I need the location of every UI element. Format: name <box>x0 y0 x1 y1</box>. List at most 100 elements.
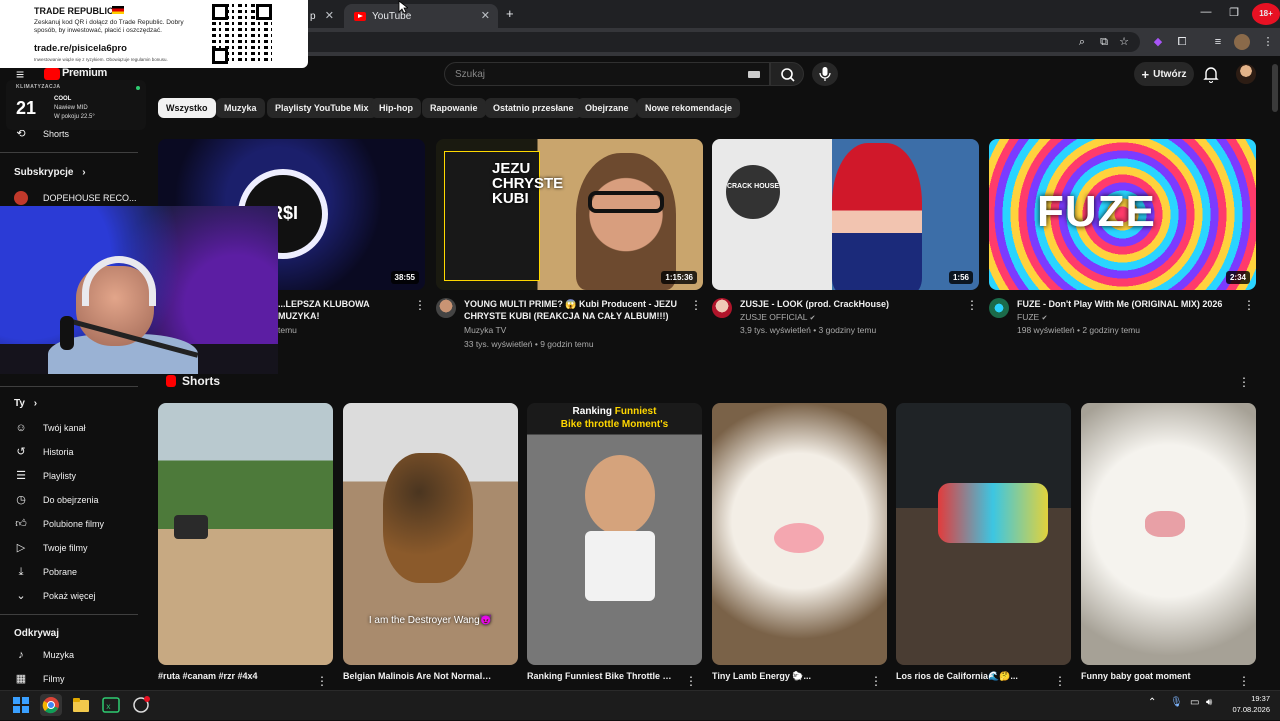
install-app-icon[interactable]: ⧉ <box>1096 34 1112 50</box>
more-options-icon[interactable]: ⋮ <box>1238 675 1250 687</box>
minimize-icon[interactable]: — <box>1196 6 1216 18</box>
chip-muzyka[interactable]: Muzyka <box>216 98 265 118</box>
short-title[interactable]: Tiny Lamb Energy 🐑... <box>712 671 862 682</box>
new-tab-button[interactable]: + <box>506 6 514 21</box>
extensions-puzzle-icon[interactable]: ⧠ <box>1174 34 1190 50</box>
file-explorer-icon[interactable] <box>70 694 92 716</box>
channel-avatar[interactable] <box>989 298 1009 318</box>
short-thumbnail[interactable] <box>1081 403 1256 665</box>
video-title[interactable]: YOUNG MULTI PRIME? 😱 Kubi Producent - JE… <box>464 298 680 322</box>
chip-hip-hop[interactable]: Hip-hop <box>371 98 421 118</box>
sidebar-item-show-more[interactable]: ⌄ Pokaż więcej <box>14 586 95 606</box>
short-thumbnail[interactable] <box>158 403 333 665</box>
chip-nowe-rekomendacje[interactable]: Nowe rekomendacje <box>637 98 741 118</box>
tab-close-icon[interactable]: ✕ <box>325 9 334 22</box>
video-title[interactable]: ZUSJE - LOOK (prod. CrackHouse) <box>740 298 956 310</box>
chip-playlisty-mix[interactable]: Playlisty YouTube Mix <box>267 98 377 118</box>
video-meta: 198 wyświetleń • 2 godziny temu <box>1017 325 1140 335</box>
sidebar-item-your-videos[interactable]: ▷ Twoje filmy <box>14 538 88 558</box>
chip-obejrzane[interactable]: Obejrzane <box>577 98 637 118</box>
more-options-icon[interactable]: ⋮ <box>1243 299 1255 311</box>
address-bar[interactable] <box>300 32 1140 52</box>
video-thumbnail[interactable]: FUZE 2:34 <box>989 139 1256 290</box>
video-title[interactable]: FUZE - Don't Play With Me (ORIGINAL MIX)… <box>1017 298 1233 310</box>
reading-list-icon[interactable]: ≡ <box>1210 34 1226 50</box>
sidebar-item-liked[interactable]: 👍︎ Polubione filmy <box>14 514 104 534</box>
windows-start-icon[interactable] <box>10 694 32 716</box>
taskbar-clock[interactable]: 19:37 07.08.2026 <box>1224 693 1270 715</box>
sidebar-item-subscription[interactable]: DOPEHOUSE RECO... <box>14 188 137 208</box>
keyboard-icon[interactable] <box>748 71 760 78</box>
sidebar-subscriptions-heading[interactable]: Subskrypcje › <box>14 167 86 178</box>
zoom-icon[interactable]: ⌕ <box>1074 34 1090 50</box>
chip-ostatnio-przeslane[interactable]: Ostatnio przesłane <box>485 98 582 118</box>
more-options-icon[interactable]: ⋮ <box>685 675 697 687</box>
youtube-logo-icon[interactable] <box>44 68 60 80</box>
sidebar-item-movies[interactable]: ▦ Filmy <box>14 669 65 689</box>
short-title[interactable]: Belgian Malinois Are Not Normal Dogs <box>343 671 493 681</box>
youtube-logo-text[interactable]: Premium <box>62 67 107 79</box>
more-options-icon[interactable]: ⋮ <box>690 299 702 311</box>
account-avatar[interactable] <box>1236 64 1256 84</box>
short-thumbnail[interactable] <box>712 403 887 665</box>
ad-link[interactable]: trade.re/pisicela6pro <box>34 43 127 54</box>
voice-search-button[interactable] <box>812 62 838 86</box>
short-thumbnail[interactable]: Ranking Funniest Bike throttle Moment's <box>527 403 702 665</box>
tab-close-icon[interactable]: ✕ <box>481 9 490 22</box>
chip-wszystko[interactable]: Wszystko <box>158 98 216 118</box>
channel-name[interactable]: Muzyka TV <box>464 325 506 335</box>
extension-icon[interactable]: ◆ <box>1150 34 1166 50</box>
tray-mic-icon[interactable]: 🎙︎ <box>1170 697 1183 708</box>
trade-republic-ad[interactable]: TRADE REPUBLIC Zeskanuj kod QR i dołącz … <box>0 0 308 68</box>
sidebar-item-your-channel[interactable]: ☺ Twój kanał <box>14 418 85 438</box>
search-input[interactable]: Szukaj <box>444 62 770 86</box>
browser-menu-icon[interactable]: ⋮ <box>1260 34 1276 50</box>
browser-tab-youtube[interactable]: YouTube ✕ <box>344 4 498 28</box>
sidebar-you-heading[interactable]: Ty › <box>14 398 37 409</box>
tray-network-icon[interactable]: ▭ <box>1190 697 1199 708</box>
chrome-taskbar-icon[interactable] <box>40 694 62 716</box>
sidebar-item-playlists[interactable]: ☰ Playlisty <box>14 466 76 486</box>
create-button[interactable]: + Utwórz <box>1134 62 1194 86</box>
more-options-icon[interactable]: ⋮ <box>966 299 978 311</box>
sidebar-item-history[interactable]: ↺ Historia <box>14 442 73 462</box>
profile-avatar[interactable] <box>1234 34 1250 50</box>
chip-rapowanie[interactable]: Rapowanie <box>422 98 486 118</box>
music-note-icon: ♪ <box>18 649 24 661</box>
verified-icon: ✔ <box>1041 315 1048 322</box>
channel-avatar[interactable] <box>712 298 732 318</box>
bookmark-star-icon[interactable]: ☆ <box>1116 34 1132 50</box>
tray-chevron-up-icon[interactable]: ⌃ <box>1148 697 1156 708</box>
short-title[interactable]: Ranking Funniest Bike Throttle Moment's … <box>527 671 677 682</box>
video-thumbnail[interactable]: CRACK HOUSE 1:56 <box>712 139 979 290</box>
obs-icon[interactable] <box>130 694 152 716</box>
video-title[interactable]: ...LEPSZA KLUBOWA MUZYKA! <box>278 298 408 322</box>
more-options-icon[interactable]: ⋮ <box>414 299 426 311</box>
notification-badge[interactable]: 18+ <box>1252 3 1280 25</box>
page-scrollbar[interactable] <box>1270 56 1280 690</box>
terminal-icon[interactable]: x <box>100 694 122 716</box>
video-thumbnail[interactable]: JEZU CHRYSTE KUBI 1:15:36 <box>436 139 703 290</box>
search-button[interactable] <box>770 62 804 86</box>
short-thumbnail[interactable] <box>896 403 1071 665</box>
more-options-icon[interactable]: ⋮ <box>316 675 328 687</box>
channel-name[interactable]: ZUSJE OFFICIAL ✔ <box>740 312 815 322</box>
maximize-icon[interactable]: ❐ <box>1224 6 1244 19</box>
klima-status-dot <box>136 86 140 90</box>
tray-volume-icon[interactable]: 🔊︎ <box>1206 697 1212 708</box>
notifications-bell-icon[interactable] <box>1202 64 1220 84</box>
scrollbar-thumb[interactable] <box>1272 64 1278 112</box>
short-title[interactable]: Funny baby goat moment <box>1081 671 1231 681</box>
short-title[interactable]: Los rios de California🌊🤔... <box>896 671 1046 682</box>
sidebar-item-music[interactable]: ♪ Muzyka <box>14 645 74 665</box>
short-title[interactable]: #ruta #canam #rzr #4x4 <box>158 671 308 681</box>
channel-name[interactable]: FUZE ✔ <box>1017 312 1047 322</box>
sidebar-item-watch-later[interactable]: ◷ Do obejrzenia <box>14 490 98 510</box>
short-thumbnail[interactable]: I am the Destroyer Wang😈 <box>343 403 518 665</box>
sidebar-item-downloads[interactable]: ⤓ Pobrane <box>14 562 77 582</box>
channel-avatar[interactable] <box>436 298 456 318</box>
more-options-icon[interactable]: ⋮ <box>1054 675 1066 687</box>
more-options-icon[interactable]: ⋮ <box>1238 376 1250 388</box>
clock-date: 07.08.2026 <box>1232 705 1270 714</box>
more-options-icon[interactable]: ⋮ <box>870 675 882 687</box>
